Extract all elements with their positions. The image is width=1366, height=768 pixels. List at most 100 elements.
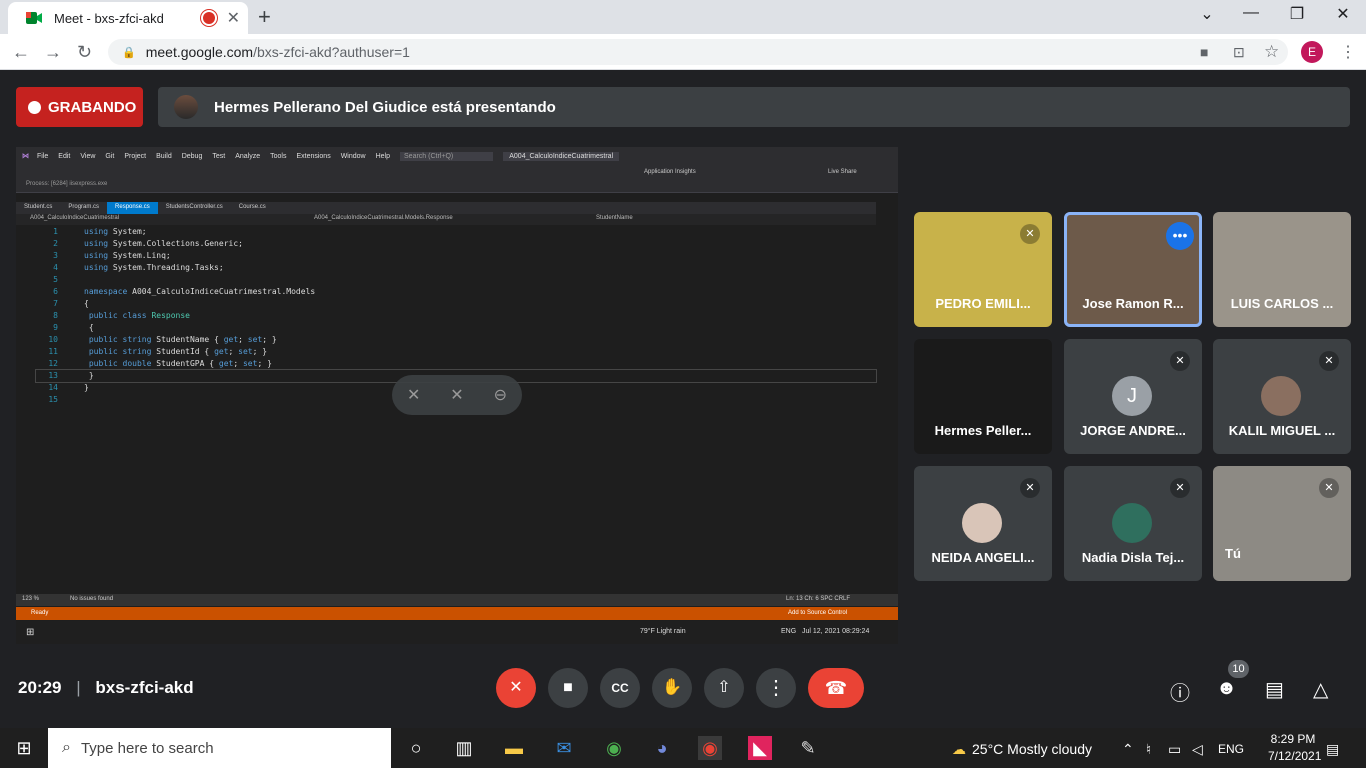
- mic-off-icon: ✕: [1319, 351, 1339, 371]
- vs-menu-analyze: Analyze: [235, 152, 261, 160]
- vs-menu-help: Help: [375, 152, 391, 160]
- weather-icon: ☁: [952, 741, 966, 757]
- more-options-icon[interactable]: •••: [1166, 222, 1194, 250]
- language-indicator[interactable]: ENG: [1218, 742, 1244, 756]
- participant-tile[interactable]: LUIS CARLOS ...: [1213, 212, 1351, 327]
- chrome-active-icon[interactable]: ◉: [698, 736, 722, 760]
- search-placeholder: Type here to search: [80, 739, 214, 757]
- vs-menu-tools: Tools: [270, 152, 287, 160]
- vs-app-insights: Application Insights: [644, 169, 696, 175]
- show-hidden-icons[interactable]: ⌃: [1122, 741, 1134, 758]
- divider: |: [76, 678, 81, 697]
- participant-name: LUIS CARLOS ...: [1230, 296, 1334, 311]
- vs-ready-bar: Ready Add to Source Control: [16, 607, 898, 620]
- participant-tile[interactable]: ✕ Nadia Disla Tej...: [1064, 466, 1202, 581]
- vs-menu-edit: Edit: [58, 152, 71, 160]
- activities-icon[interactable]: △: [1313, 677, 1328, 702]
- participant-tile-self[interactable]: ✕ Tú: [1213, 466, 1351, 581]
- participants-icon[interactable]: ☻: [1216, 677, 1237, 700]
- forward-button[interactable]: →: [44, 42, 62, 63]
- participant-name: KALIL MIGUEL ...: [1228, 423, 1336, 438]
- file-explorer-icon[interactable]: ▬: [502, 736, 526, 760]
- mute-off-icon: ✕: [450, 387, 464, 404]
- presenter-banner: Hermes Pellerano Del Giudice está presen…: [158, 87, 1350, 127]
- mail-icon[interactable]: ✉: [552, 736, 576, 760]
- address-bar[interactable]: 🔒 meet.google.com/bxs-zfci-akd?authuser=…: [108, 39, 1288, 65]
- participant-tile[interactable]: ✕ NEIDA ANGELI...: [914, 466, 1052, 581]
- end-call-button[interactable]: ☎: [808, 668, 864, 708]
- menu-kebab-icon[interactable]: ⋮: [1340, 42, 1356, 62]
- meet-favicon-icon: [26, 11, 42, 25]
- weather-tray[interactable]: ☁ 25°C Mostly cloudy: [952, 741, 1092, 758]
- back-button[interactable]: ←: [12, 42, 30, 63]
- profile-avatar[interactable]: E: [1301, 41, 1323, 63]
- system-clock[interactable]: 8:29 PM 7/12/2021: [1268, 731, 1321, 765]
- clock-text: 20:29: [18, 678, 62, 697]
- task-view-icon[interactable]: ▥: [452, 736, 476, 760]
- participant-tile[interactable]: Hermes Peller...: [914, 339, 1052, 454]
- mic-off-icon: ✕: [1170, 351, 1190, 371]
- new-tab-button[interactable]: +: [258, 4, 271, 30]
- participant-photo-avatar: [1112, 503, 1152, 543]
- windows-start-icon[interactable]: ⊞: [12, 736, 36, 760]
- chrome-icon[interactable]: ◉: [602, 736, 626, 760]
- meeting-clock: 20:29 | bxs-zfci-akd: [18, 678, 194, 698]
- mic-off-icon: ✕: [1020, 224, 1040, 244]
- presenter-avatar: [174, 95, 198, 119]
- vs-tab-studentscontroller: StudentsController.cs: [165, 204, 223, 210]
- participant-tile[interactable]: ✕ KALIL MIGUEL ...: [1213, 339, 1351, 454]
- raise-hand-button[interactable]: ✋: [652, 668, 692, 708]
- remote-start-icon: ⊞: [26, 627, 35, 638]
- vs-menu-project: Project: [124, 152, 147, 160]
- network-icon[interactable]: ▭: [1168, 741, 1181, 758]
- close-tab-icon[interactable]: ✕: [227, 8, 240, 28]
- vs-doc-tabs: Student.cs Program.cs Response.cs Studen…: [16, 202, 876, 214]
- vs-logo-icon: ⋈: [22, 153, 29, 160]
- participant-tile-speaking[interactable]: ••• Jose Ramon R...: [1064, 212, 1202, 327]
- meeting-info-icon[interactable]: ⓘ: [1170, 677, 1190, 706]
- vs-menu-git: Git: [105, 152, 115, 160]
- present-button[interactable]: ⇧: [704, 668, 744, 708]
- participant-photo-avatar: [1261, 376, 1301, 416]
- reload-button[interactable]: ↻: [77, 42, 92, 63]
- windows-search-box[interactable]: ⌕ Type here to search: [48, 728, 391, 768]
- vs-issues: No issues found: [70, 596, 114, 602]
- mic-off-icon: ✕: [1319, 478, 1339, 498]
- bookmark-star-icon[interactable]: ☆: [1264, 42, 1279, 62]
- browser-tab-meet[interactable]: Meet - bxs-zfci-akd ✕: [8, 2, 248, 34]
- tab-search-icon[interactable]: ⌄: [1184, 4, 1230, 24]
- app-icon[interactable]: ◣: [748, 736, 772, 760]
- vs-status-row: 123 % No issues found Ln: 13 Ch: 6 SPC C…: [16, 594, 898, 606]
- minimize-button[interactable]: —: [1228, 4, 1274, 22]
- vs-tab-student: Student.cs: [24, 204, 53, 210]
- close-window-button[interactable]: ✕: [1320, 4, 1366, 24]
- discord-icon[interactable]: ◕: [650, 736, 674, 760]
- participant-tile[interactable]: ✕ J JORGE ANDRE...: [1064, 339, 1202, 454]
- recording-badge[interactable]: GRABANDO: [16, 87, 143, 127]
- vs-nav-project: A004_CalculoIndiceCuatrimestral: [30, 215, 120, 221]
- lock-icon: 🔒: [122, 46, 136, 59]
- translate-icon[interactable]: ⊡: [1233, 44, 1245, 61]
- search-icon: ⌕: [62, 739, 71, 756]
- restore-button[interactable]: ❐: [1274, 4, 1320, 24]
- paint-icon[interactable]: ✎: [796, 736, 820, 760]
- more-options-button[interactable]: ⋮: [756, 668, 796, 708]
- volume-icon[interactable]: ◁: [1192, 741, 1203, 758]
- mic-tray-icon[interactable]: ♮: [1146, 741, 1151, 758]
- chat-icon[interactable]: ▤: [1265, 677, 1284, 702]
- clock-time: 8:29 PM: [1270, 732, 1316, 746]
- participant-tile[interactable]: ✕ PEDRO EMILI...: [914, 212, 1052, 327]
- weather-text: 25°C Mostly cloudy: [972, 741, 1092, 757]
- vs-menu-build: Build: [156, 152, 172, 160]
- remove-icon: ⊖: [493, 387, 508, 404]
- mic-toggle-button[interactable]: ✕: [496, 668, 536, 708]
- vs-menu-file: File: [37, 152, 49, 160]
- camera-icon[interactable]: ■: [1200, 44, 1208, 60]
- notifications-icon[interactable]: ▤: [1326, 741, 1339, 758]
- captions-button[interactable]: CC: [600, 668, 640, 708]
- pin-off-icon: ✕: [406, 387, 421, 404]
- camera-toggle-button[interactable]: ■: [548, 668, 588, 708]
- cortana-icon[interactable]: ○: [404, 736, 428, 760]
- participant-name: PEDRO EMILI...: [935, 296, 1031, 311]
- tab-title: Meet - bxs-zfci-akd: [54, 10, 164, 26]
